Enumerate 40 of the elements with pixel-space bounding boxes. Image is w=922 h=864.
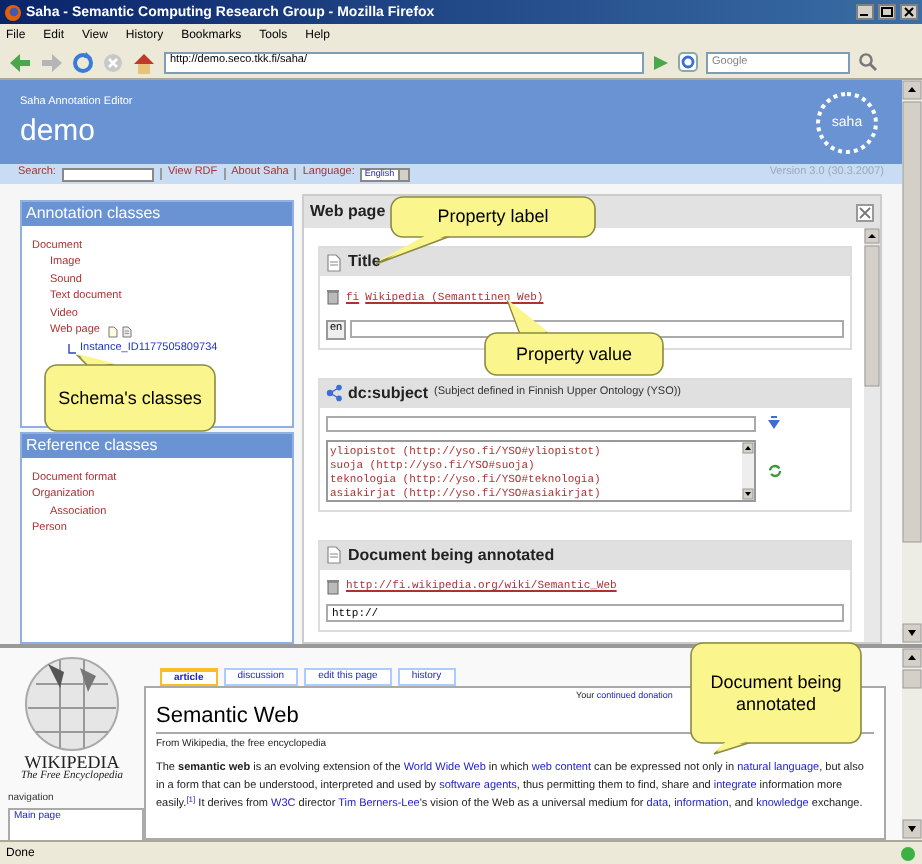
reload-icon[interactable]: [72, 51, 94, 73]
scrollbar-icon[interactable]: [864, 228, 880, 642]
connection-status-icon: [900, 845, 916, 861]
trash-icon[interactable]: [326, 288, 340, 306]
trash-icon[interactable]: [326, 577, 340, 595]
scrollbar-icon[interactable]: [902, 80, 922, 644]
home-icon[interactable]: [132, 51, 156, 73]
close-button[interactable]: [900, 4, 918, 20]
refresh-icon[interactable]: [768, 463, 782, 477]
subject-input[interactable]: [326, 415, 756, 431]
editor-title: Web page: [310, 204, 386, 220]
firefox-icon: [4, 3, 22, 21]
property-label: Document being annotated: [348, 547, 555, 563]
document-icon: [326, 546, 342, 564]
panel-title: Annotation classes: [22, 202, 292, 226]
property-label: dc:subject: [348, 385, 429, 401]
document-icon[interactable]: [121, 325, 132, 338]
callout-text: Property label: [437, 206, 549, 228]
back-arrow-icon[interactable]: [8, 51, 32, 73]
search-input[interactable]: [61, 167, 154, 181]
wiki-logo-title: WIKIPEDIA: [24, 754, 120, 772]
panel-title: Reference classes: [22, 434, 292, 459]
minimize-button[interactable]: [856, 4, 874, 20]
globe-logo-icon: [20, 652, 124, 752]
scrollbar-icon[interactable]: [742, 441, 754, 499]
scrollbar-icon[interactable]: [902, 648, 922, 840]
property-label: Title: [348, 254, 381, 270]
search-icon[interactable]: [858, 52, 878, 72]
app-title: demo: [20, 115, 98, 146]
down-arrow-icon[interactable]: [768, 416, 780, 430]
new-page-icon[interactable]: [107, 325, 118, 338]
close-icon[interactable]: [856, 203, 874, 221]
search-engine-icon[interactable]: [678, 52, 698, 72]
tree-connector-icon: [68, 343, 76, 354]
go-arrow-icon[interactable]: [652, 53, 670, 71]
callout-text: Schema's classes: [58, 387, 202, 409]
callout-text: Property value: [515, 343, 633, 365]
document-icon: [326, 253, 342, 271]
network-icon: [326, 384, 342, 402]
maximize-button[interactable]: [878, 4, 896, 20]
